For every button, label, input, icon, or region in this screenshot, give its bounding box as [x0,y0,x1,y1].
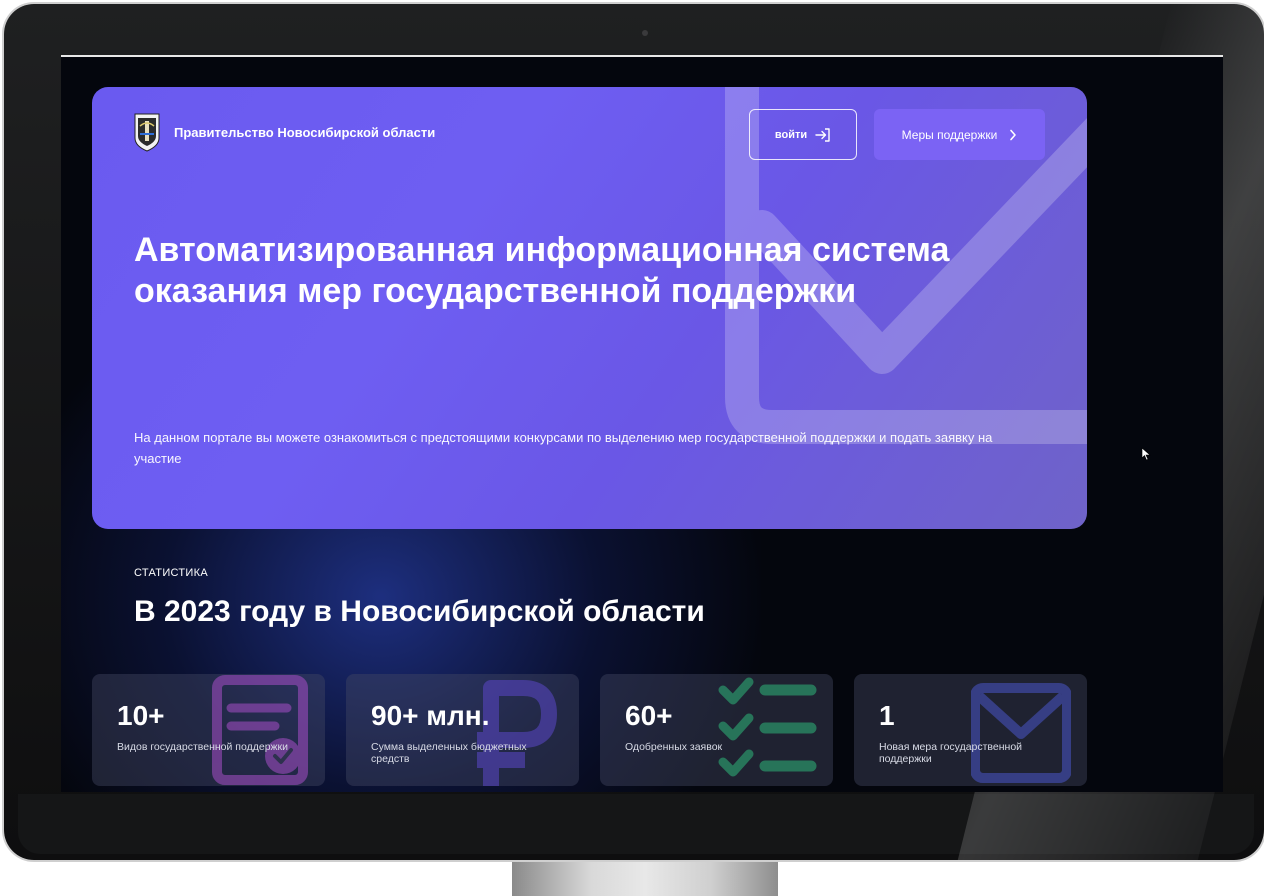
hero-banner: Правительство Новосибирской области войт… [92,87,1087,529]
login-label: войти [774,128,808,141]
hero-description: На данном портале вы можете ознакомиться… [134,430,993,466]
stat-card-budget: 90+ млн. Сумма выделенных бюджетных сред… [346,674,579,786]
hero-title: Автоматизированная информационная систем… [134,231,950,310]
monitor-stand [512,858,778,896]
coat-of-arms-icon [134,113,160,152]
statistics-title: В 2023 году в Новосибирской области [134,595,705,628]
stat-text: Видов государственной поддержки [117,741,289,753]
stat-value: 90+ млн. [371,700,490,731]
login-arrow-icon [815,127,830,142]
login-button[interactable]: войти [749,109,857,160]
stat-card-support-types: 10+ Видов государственной поддержки [92,674,325,786]
stat-card-new-measure: 1 Новая мера государственной поддержки [854,674,1087,786]
statistics-label: СТАТИСТИКА [134,567,208,579]
envelope-icon [971,683,1071,783]
support-measures-label: Меры поддержки [901,127,998,142]
monitor-chin [18,794,1254,854]
chevron-right-icon [1010,129,1017,140]
org-name: Правительство Новосибирской области [174,124,436,140]
mouse-cursor-icon [1141,447,1151,461]
site-brand[interactable]: Правительство Новосибирской области [134,112,464,152]
support-measures-button[interactable]: Меры поддержки [874,109,1045,160]
stat-value: 1 [879,700,895,731]
stat-card-approved: 60+ Одобренных заявок [600,674,833,786]
stat-text: Одобренных заявок [625,741,723,753]
stat-value: 10+ [117,700,165,731]
stat-value: 60+ [625,700,673,731]
checklist-icon [718,677,817,777]
camera-icon [642,30,648,36]
stats-cards: 10+ Видов государственной поддержки 90+ … [92,674,1087,786]
document-check-icon [212,675,308,785]
stat-text: Сумма выделенных бюджетных средств [371,741,527,765]
stat-text: Новая мера государственной поддержки [879,741,1023,765]
website-screen: Правительство Новосибирской области войт… [61,55,1223,792]
